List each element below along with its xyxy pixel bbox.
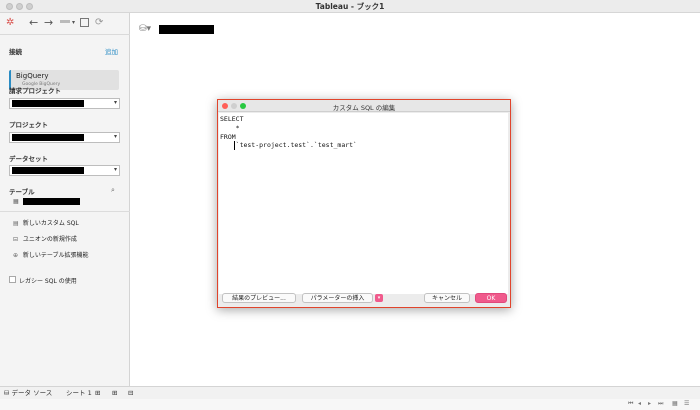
tableau-window: Tableau - ブック1 ✲ ← → ▾ ⟳ 接続 追加 BigQuery … [0,0,700,410]
chevron-down-icon: ▾ [113,166,117,173]
tableau-logo-icon[interactable]: ✲ [6,16,14,30]
project-label: プロジェクト [9,121,48,129]
connection-name: BigQuery [16,72,49,80]
redacted-datasource-name[interactable] [159,25,214,34]
chevron-down-icon: ▾ [113,133,117,140]
data-pane: ✲ ← → ▾ ⟳ 接続 追加 BigQuery Google BigQuery… [0,13,130,386]
sheet-tab-bar: ⛁ データ ソース シート 1 ⊞ ⊞ ⊟ [0,386,700,399]
new-union-label: ユニオンの新規作成 [22,236,77,243]
connections-label: 接続 [9,48,22,56]
custom-sql-icon: ▤ [13,220,19,227]
add-connection-link[interactable]: 追加 [105,46,118,56]
new-table-extension-item[interactable]: ⊕ 新しいテーブル拡張機能 [13,250,89,260]
toolbar: ✲ ← → ▾ ⟳ [0,13,130,35]
status-bar: ⏮ ◂ ▸ ⏭ ▦ ☰ [0,399,700,410]
legacy-sql-checkbox[interactable] [9,276,16,283]
sql-line: FROM [220,133,236,141]
last-page-icon[interactable]: ⏭ [658,400,663,408]
history-icon[interactable] [60,20,70,23]
billing-project-label: 請求プロジェクト [9,87,61,95]
insert-parameter-button[interactable]: パラメーターの挿入 [302,293,373,303]
datasource-tab-label: データ ソース [11,389,53,397]
datasource-icon[interactable]: ⛁▾ [139,24,151,34]
dataset-label: データセット [9,155,48,163]
new-table-extension-label: 新しいテーブル拡張機能 [22,252,89,259]
save-icon[interactable] [80,18,89,27]
custom-sql-dialog: カスタム SQL の編集 SELECT * FROM `test-project… [217,99,511,308]
sql-editor[interactable]: SELECT * FROM `test-project.test`.`test_… [219,113,508,294]
cancel-button[interactable]: キャンセル [424,293,470,303]
back-icon[interactable]: ← [29,16,38,30]
table-item[interactable]: ▦ [13,198,80,208]
next-page-icon[interactable]: ▸ [648,400,651,407]
prev-page-icon[interactable]: ◂ [638,400,641,407]
datasource-tab-icon: ⛁ [4,389,10,397]
dialog-title-bar: カスタム SQL の編集 [218,100,510,112]
sql-line: SELECT [220,115,244,123]
table-label: テーブル [9,188,35,196]
chevron-down-icon: ▾ [113,99,117,106]
table-extension-icon: ⊕ [13,252,19,259]
dialog-title: カスタム SQL の編集 [332,104,396,112]
forward-icon[interactable]: → [44,16,53,30]
new-custom-sql-item[interactable]: ▤ 新しいカスタム SQL [13,218,79,228]
union-icon: ⊟ [13,236,19,243]
ok-button[interactable]: OK [475,293,507,303]
new-custom-sql-label: 新しいカスタム SQL [22,220,79,227]
table-grid-icon: ▦ [13,198,19,205]
dataset-select[interactable]: ▾ [9,165,120,176]
preview-results-button[interactable]: 結果のプレビュー... [222,293,296,303]
first-page-icon[interactable]: ⏮ [628,400,633,408]
window-title: Tableau - ブック1 [315,2,385,11]
redacted-table-name [22,198,80,205]
sql-line: `test-project.test`.`test_mart` [220,141,357,149]
billing-project-select[interactable]: ▾ [9,98,120,109]
redacted-value [12,134,84,141]
redacted-value [12,167,84,174]
text-caret [234,141,235,150]
new-union-item[interactable]: ⊟ ユニオンの新規作成 [13,234,77,244]
redacted-value [12,100,84,107]
search-icon[interactable]: ⌕ [111,186,115,195]
sql-line: * [220,124,240,132]
title-bar: Tableau - ブック1 [0,0,700,13]
legacy-sql-label: レガシー SQL の使用 [19,278,77,285]
insert-parameter-dropdown-icon[interactable]: ▾ [375,294,383,302]
project-select[interactable]: ▾ [9,132,120,143]
divider [0,211,130,212]
refresh-icon[interactable]: ⟳ [95,16,103,30]
history-dropdown-icon[interactable]: ▾ [72,16,75,30]
grid-view-icon[interactable]: ▦ [672,400,678,407]
list-view-icon[interactable]: ☰ [684,400,689,407]
